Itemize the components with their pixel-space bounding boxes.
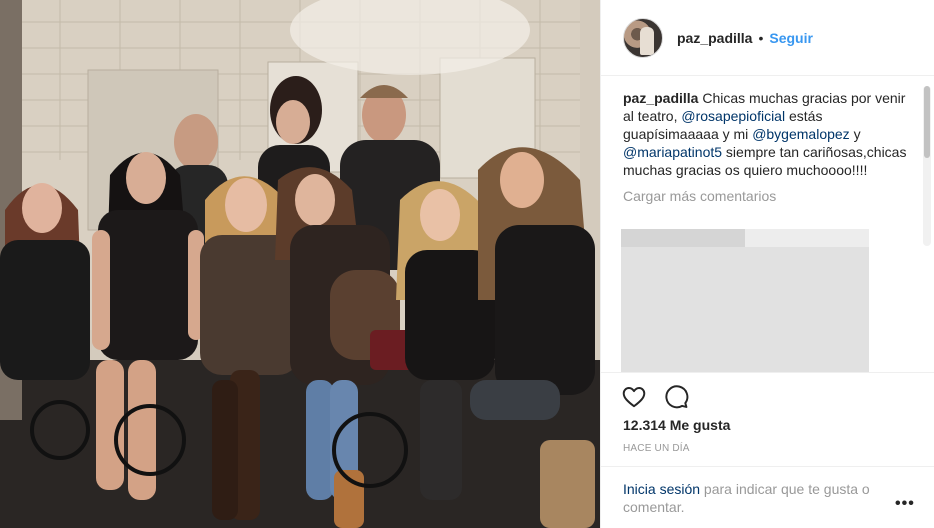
placeholder-strip-left bbox=[621, 229, 745, 247]
comments-area: paz_padilla Chicas muchas gracias por ve… bbox=[623, 89, 913, 205]
mention-mariapatinot5[interactable]: @mariapatinot5 bbox=[623, 144, 722, 160]
login-link[interactable]: Inicia sesión bbox=[623, 481, 700, 497]
mention-rosapepioficial[interactable]: @rosapepioficial bbox=[681, 108, 785, 124]
comment-placeholder-block bbox=[621, 229, 869, 372]
header-separator: • bbox=[758, 29, 764, 46]
caption: paz_padilla Chicas muchas gracias por ve… bbox=[623, 89, 913, 179]
follow-button[interactable]: Seguir bbox=[769, 30, 813, 46]
post-photo-illustration bbox=[0, 0, 600, 528]
mention-bygemalopez[interactable]: @bygemalopez bbox=[752, 126, 850, 142]
comment-icon[interactable] bbox=[663, 384, 689, 410]
header-username[interactable]: paz_padilla bbox=[677, 30, 752, 46]
scrollbar-thumb[interactable] bbox=[924, 86, 930, 158]
comments-scrollbar[interactable] bbox=[923, 86, 931, 246]
load-more-comments-button[interactable]: Cargar más comentarios bbox=[623, 187, 913, 205]
post-timestamp[interactable]: HACE UN DÍA bbox=[623, 443, 690, 454]
placeholder-strip-right bbox=[745, 229, 869, 247]
heart-icon[interactable] bbox=[621, 384, 647, 410]
caption-username[interactable]: paz_padilla bbox=[623, 90, 698, 106]
post-photo[interactable] bbox=[0, 0, 600, 528]
post-side-panel: paz_padilla • Seguir paz_padilla Chicas … bbox=[600, 0, 934, 528]
caption-text-3: y bbox=[849, 126, 861, 142]
likes-count[interactable]: 12.314 Me gusta bbox=[623, 417, 730, 433]
login-footer: Inicia sesión para indicar que te gusta … bbox=[601, 466, 934, 528]
login-prompt: Inicia sesión para indicar que te gusta … bbox=[623, 480, 893, 516]
post-header: paz_padilla • Seguir bbox=[601, 0, 934, 76]
more-options-icon[interactable]: ••• bbox=[895, 495, 915, 513]
actions-bar bbox=[601, 372, 934, 418]
avatar[interactable] bbox=[623, 17, 663, 58]
